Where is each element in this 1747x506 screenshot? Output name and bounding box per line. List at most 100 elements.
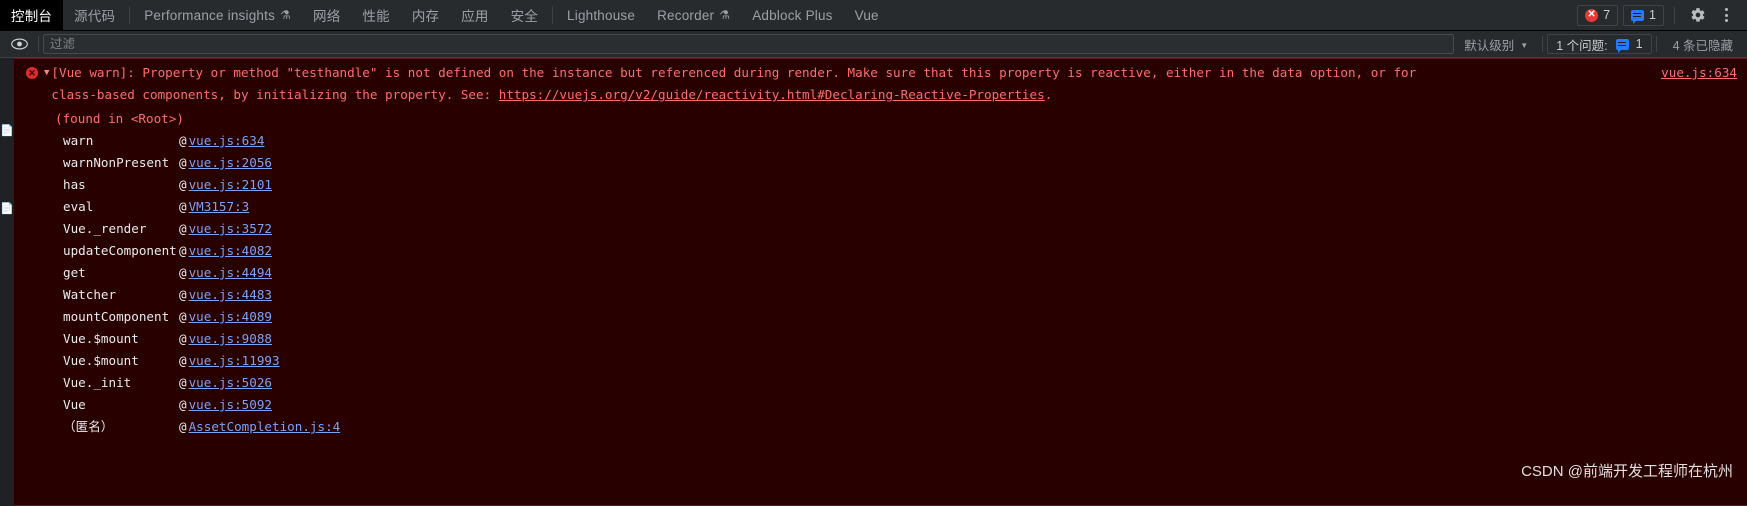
message-count-badge[interactable]: 1 [1623,4,1664,26]
tab-label: 控制台 [11,9,53,24]
tab-控制台[interactable]: 控制台 [0,0,64,30]
hidden-messages-label: 4 条已隐藏 [1672,38,1733,53]
issues-count: 1 [1635,37,1643,51]
stack-frame: warnNonPresent @ vue.js:2056 [63,152,1747,174]
warning-header: ✕ ▼ [Vue warn]: Property or method "test… [14,62,1747,106]
stack-frame-link[interactable]: vue.js:11993 [189,350,280,372]
stack-frame-link[interactable]: vue.js:4483 [189,284,272,306]
tab-label: 网络 [313,9,341,24]
stack-trace: warn @ vue.js:634 warnNonPresent @ vue.js:205… [14,130,1747,438]
tab-label: Recorder [657,7,715,23]
stack-frame-link[interactable]: AssetCompletion.js:4 [189,416,341,438]
tab-label: 性能 [362,9,390,24]
tab-recorder[interactable]: Recorder ⚗ [646,0,741,30]
kebab-menu-icon[interactable] [1713,2,1739,28]
csdn-watermark: CSDN @前端开发工程师在杭州 [1521,463,1733,480]
log-level-dropdown[interactable]: 默认级别 ▼ [1454,35,1538,54]
tab-网络[interactable]: 网络 [302,0,351,30]
stack-frame-at: @ [179,155,187,170]
experiment-flask-icon: ⚗ [719,8,731,22]
hidden-divider [1655,36,1657,52]
stack-frame-at: @ [179,221,187,236]
message-bubble-icon [1631,9,1645,24]
stack-frame-function: Vue [63,397,86,412]
tab-divider [552,6,554,24]
tab-label: 应用 [461,9,489,24]
chevron-down-icon: ▼ [1520,40,1529,50]
warning-text-tail: . [1044,87,1053,102]
stack-frame-function: warn [63,133,94,148]
gear-icon[interactable] [1685,2,1711,28]
issues-button[interactable]: 1 个问题: 1 [1547,34,1652,54]
stack-frame-link[interactable]: vue.js:2056 [189,152,272,174]
stack-frame-function: mountComponent [63,309,170,324]
tab-adblock-plus[interactable]: Adblock Plus [741,0,843,30]
expand-triangle-icon[interactable]: ▼ [44,62,49,84]
stack-frame-link[interactable]: vue.js:4082 [189,240,272,262]
stack-frame: mountComponent @ vue.js:4089 [63,306,1747,328]
tab-vue[interactable]: Vue [844,0,890,30]
tab-performance-insights[interactable]: Performance insights ⚗ [133,0,302,30]
stack-frame-function: updateComponent [63,243,177,258]
filter-divider [38,36,39,52]
tab-label: 源代码 [74,9,116,24]
stack-frame-link[interactable]: vue.js:5092 [189,394,272,416]
stack-frame-link[interactable]: vue.js:2101 [189,174,272,196]
stack-frame-link[interactable]: vue.js:9088 [189,328,272,350]
error-circle-icon: ✕ [26,67,38,79]
stack-frame-function: warnNonPresent [63,155,170,170]
stack-frame-function: （匿名） [63,419,114,434]
console-message-list[interactable]: 📄 📄 ✕ ▼ [Vue warn]: Property or method "… [0,58,1747,506]
tab-应用[interactable]: 应用 [450,0,499,30]
console-filter-bar: 默认级别 ▼ 1 个问题: 1 4 条已隐藏 [0,31,1747,58]
stack-frame-at: @ [179,199,187,214]
stack-frame-at: @ [179,265,187,280]
stack-frame-function: Vue.$mount [63,331,139,346]
stack-frame-link[interactable]: vue.js:4494 [189,262,272,284]
stack-frame: Vue.$mount @ vue.js:11993 [63,350,1747,372]
issue-bubble-icon [1615,38,1629,53]
stack-frame: get @ vue.js:4494 [63,262,1747,284]
stack-frame-link[interactable]: vue.js:634 [189,130,265,152]
stack-frame-at: @ [179,397,187,412]
stack-frame-link[interactable]: vue.js:4089 [189,306,272,328]
warning-text: [Vue warn]: Property or method "testhand… [51,62,1446,106]
stack-frame: has @ vue.js:2101 [63,174,1747,196]
stack-frame: Vue @ vue.js:5092 [63,394,1747,416]
error-circle-icon: ✕ [1585,8,1599,22]
vue-warning-entry[interactable]: ✕ ▼ [Vue warn]: Property or method "test… [14,58,1747,506]
stack-frame: Watcher @ vue.js:4483 [63,284,1747,306]
issues-label: 1 个问题: [1556,38,1608,53]
vue-docs-link[interactable]: https://vuejs.org/v2/guide/reactivity.ht… [499,87,1045,102]
tab-源代码[interactable]: 源代码 [63,0,126,30]
stack-frame-link[interactable]: vue.js:5026 [189,372,272,394]
stack-frame-at: @ [179,309,187,324]
toolbar-right: ✕ 7 1 [1577,0,1747,30]
tab-label: Performance insights [144,7,276,23]
log-level-label: 默认级别 [1464,38,1515,53]
stack-frame-function: eval [63,199,94,214]
tab-安全[interactable]: 安全 [500,0,549,30]
tab-label: Vue [854,7,879,23]
tab-内存[interactable]: 内存 [401,0,450,30]
tab-label: Lighthouse [567,7,636,23]
stack-frame-at: @ [179,133,187,148]
source-location-link[interactable]: vue.js:634 [1661,62,1737,84]
stack-frame-function: Vue._init [63,375,132,390]
stack-frame-link[interactable]: vue.js:3572 [189,218,272,240]
tab-lighthouse[interactable]: Lighthouse [556,0,646,30]
filter-input[interactable] [43,34,1455,54]
eye-icon[interactable] [4,33,34,55]
stack-frame-link[interactable]: VM3157:3 [189,196,250,218]
stack-frame: eval @ VM3157:3 [63,196,1747,218]
tab-性能[interactable]: 性能 [351,0,400,30]
stack-frame-function: Vue._render [63,221,147,236]
tab-label: Adblock Plus [752,7,833,23]
stack-frame-at: @ [179,353,187,368]
message-count-label: 1 [1649,8,1656,22]
stack-frame-at: @ [179,419,187,434]
error-count-badge[interactable]: ✕ 7 [1577,4,1619,26]
tab-label: 内存 [411,9,440,24]
message-group-icon-top: 📄 [0,125,14,137]
experiment-flask-icon: ⚗ [280,8,291,22]
